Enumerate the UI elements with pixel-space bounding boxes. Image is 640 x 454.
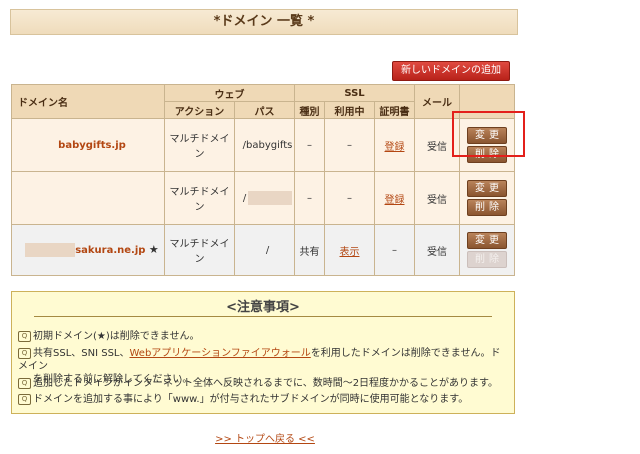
web-path: /babygifts [234, 118, 295, 172]
ops-cell: 変更 削除 [459, 224, 515, 276]
web-path: / [234, 171, 295, 225]
header-in-use: 利用中 [324, 101, 375, 119]
ssl-in-use: – [324, 118, 375, 172]
note-item: Q 初期ドメイン(★)は削除できません。 [18, 330, 508, 343]
domain-name-cell: sakura.ne.jp ★ [11, 224, 165, 276]
note-item: Q 追加したドメインがインターネット全体へ反映されるまでに、数時間～2日程度かかる… [18, 377, 508, 390]
change-button[interactable]: 変更 [467, 232, 507, 249]
mail-status: 受信 [414, 171, 460, 225]
ssl-in-use: 表示 [324, 224, 375, 276]
ssl-cert: 登録 [374, 118, 415, 172]
domain-table: ドメイン名 ウェブ SSL メール アクション パス 種別 利用中 証明書 ba… [11, 84, 515, 276]
ssl-cert: – [374, 224, 415, 276]
ssl-cert: 登録 [374, 171, 415, 225]
ssl-type: – [294, 118, 325, 172]
domain-name [11, 171, 165, 225]
notes-title: <注意事項> [226, 300, 300, 315]
table-row: babygifts.jp マルチドメイン /babygifts – – 登録 受… [11, 118, 515, 172]
notes-box: <注意事項> Q 初期ドメイン(★)は削除できません。 Q 共有SSL、SNI SS… [11, 291, 515, 414]
note-item: Q ドメインを追加する事により「www.」が付与されたサブドメインが同時に使用可能… [18, 393, 508, 406]
header-ssl: SSL [294, 84, 415, 102]
header-cert: 証明書 [374, 101, 415, 119]
delete-button[interactable]: 削除 [467, 199, 507, 216]
change-button[interactable]: 変更 [467, 180, 507, 197]
mail-status: 受信 [414, 224, 460, 276]
note-text: ドメインを追加する事により「www.」が付与されたサブドメインが同時に使用可能と… [33, 394, 469, 405]
note-icon: Q [18, 377, 31, 389]
note-text: 追加したドメインがインターネット全体へ反映されるまでに、数時間～2日程度かかるこ… [33, 378, 499, 389]
note-icon: Q [18, 347, 31, 359]
cert-register-link[interactable]: 登録 [385, 195, 405, 206]
ops-cell: 変更 削除 [459, 171, 515, 225]
note-icon: Q [18, 393, 31, 405]
redacted-block [248, 191, 293, 205]
ssl-type: – [294, 171, 325, 225]
path-text: / [242, 193, 247, 204]
waf-link[interactable]: Webアプリケーションファイアウォール [130, 348, 311, 359]
note-icon: Q [18, 330, 31, 342]
table-row: sakura.ne.jp ★ マルチドメイン / 共有 表示 – 受信 変更 削… [11, 224, 515, 276]
domain-name: sakura.ne.jp [75, 245, 146, 256]
header-ssl-type: 種別 [294, 101, 325, 119]
header-domain-name: ドメイン名 [11, 84, 165, 119]
ssl-show-link[interactable]: 表示 [340, 247, 360, 258]
highlight-box [452, 111, 525, 157]
back-to-top-link[interactable]: >> トップへ戻る << [215, 434, 315, 445]
web-action: マルチドメイン [164, 171, 235, 225]
delete-button-disabled: 削除 [467, 251, 507, 268]
page-title: *ドメイン 一覧 * [10, 9, 518, 35]
star-icon: ★ [148, 243, 159, 256]
header-action: アクション [164, 101, 235, 119]
header-web: ウェブ [164, 84, 295, 102]
table-row: マルチドメイン / – – 登録 受信 変更 削除 [11, 171, 515, 225]
web-action: マルチドメイン [164, 224, 235, 276]
domain-name: babygifts.jp [11, 118, 165, 172]
cert-register-link[interactable]: 登録 [385, 142, 405, 153]
add-domain-button[interactable]: 新しいドメインの追加 [392, 61, 510, 81]
ssl-type: 共有 [294, 224, 325, 276]
web-action: マルチドメイン [164, 118, 235, 172]
redacted-block [25, 243, 76, 257]
notes-divider [34, 316, 492, 317]
ssl-in-use: – [324, 171, 375, 225]
note-text: 共有SSL、SNI SSL、 [33, 348, 130, 359]
web-path: / [234, 224, 295, 276]
footer: >> トップへ戻る << [0, 430, 530, 445]
note-text: 初期ドメイン(★)は削除できません。 [33, 331, 200, 342]
header-path: パス [234, 101, 295, 119]
